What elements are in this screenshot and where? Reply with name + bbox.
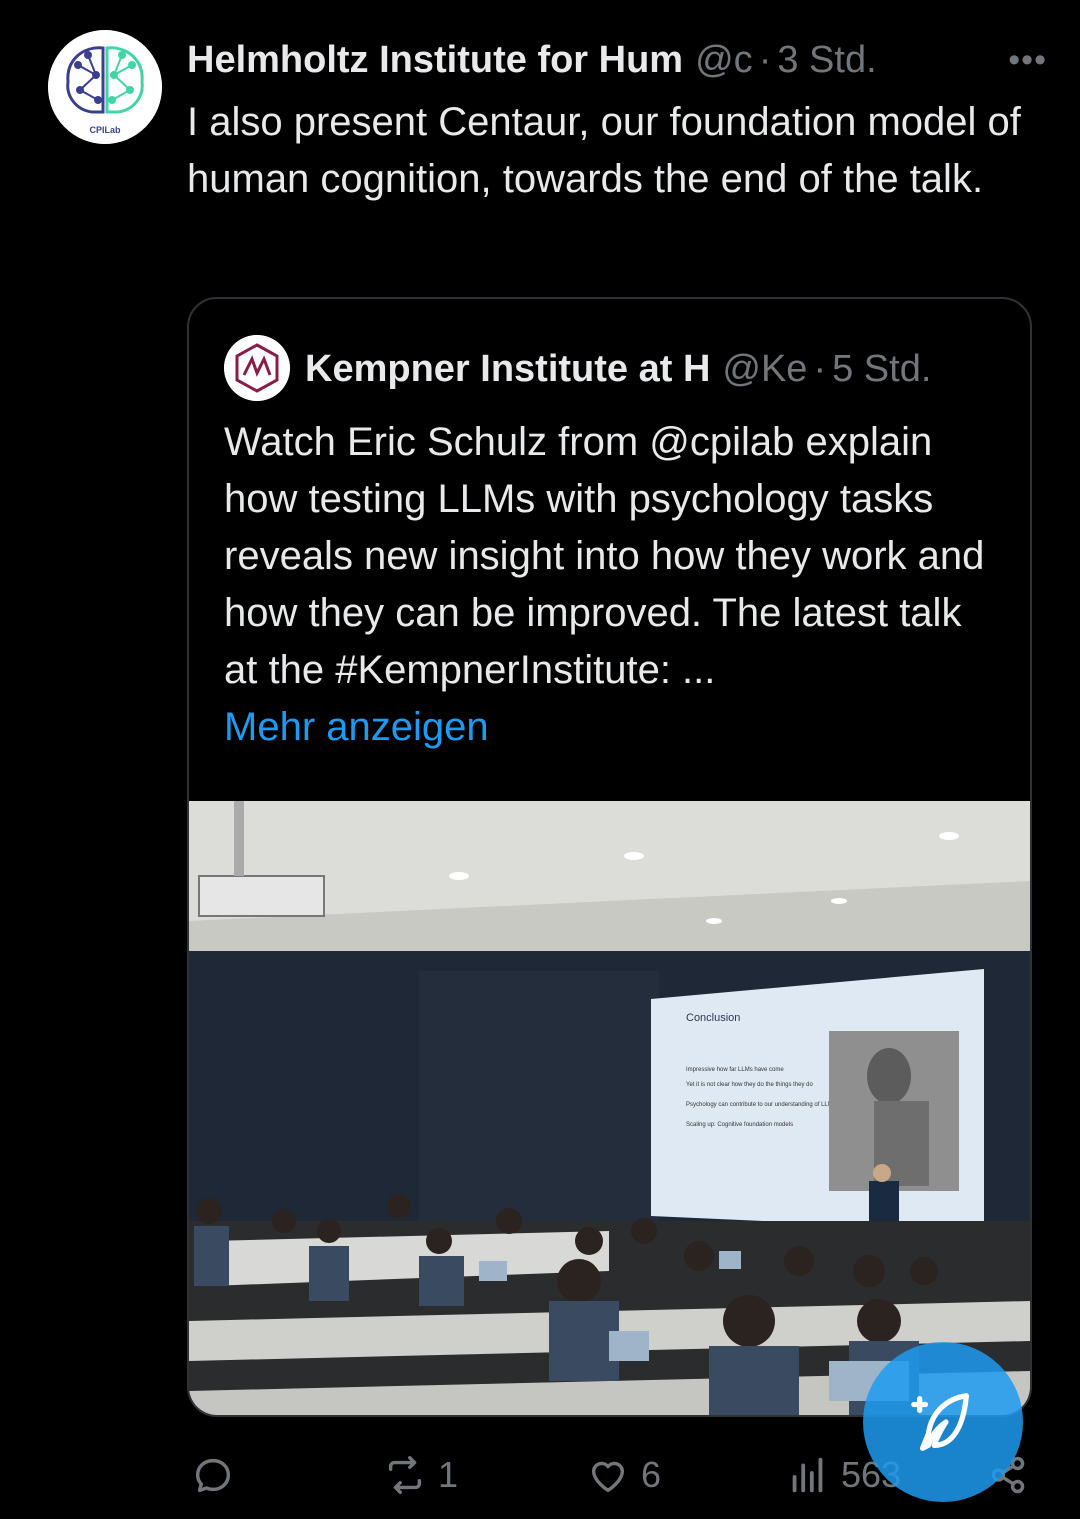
- separator-dot: ·: [758, 39, 772, 81]
- quoted-author-name[interactable]: Kempner Institute at H: [305, 343, 710, 395]
- views-chart-icon: [792, 1457, 823, 1493]
- compose-post-button[interactable]: [863, 1342, 1023, 1502]
- repost-button[interactable]: 1: [382, 1440, 458, 1510]
- author-avatar[interactable]: CPILab: [48, 30, 162, 144]
- reply-button[interactable]: [190, 1440, 246, 1510]
- quoted-media-image[interactable]: Conclusion Impressive how far LLMs have …: [189, 801, 1030, 1415]
- quoted-time[interactable]: 5 Std.: [832, 348, 931, 390]
- quoted-text: Watch Eric Schulz from @cpilab explain h…: [224, 420, 985, 692]
- tweet[interactable]: CPILab Helmholtz Institute for Hum @c · 3 S…: [0, 0, 1080, 1519]
- quoted-header: Kempner Institute at H @Ke · 5 Std.: [305, 343, 1005, 395]
- more-options-icon[interactable]: •••: [1008, 34, 1047, 86]
- slide-title: Conclusion: [686, 1012, 740, 1024]
- repost-count: 1: [438, 1454, 459, 1495]
- quoted-author-handle[interactable]: @Ke: [722, 343, 807, 395]
- quoted-tweet[interactable]: Kempner Institute at H @Ke · 5 Std. Watch E…: [187, 297, 1032, 1417]
- reply-icon: [195, 1458, 231, 1493]
- show-more-link[interactable]: Mehr anzeigen: [224, 699, 489, 756]
- heart-icon: [591, 1461, 625, 1493]
- cpilab-logo: CPILab: [48, 30, 162, 144]
- avatar-label: CPILab: [89, 125, 121, 135]
- kempner-logo: [224, 335, 290, 401]
- tweet-time[interactable]: 3 Std.: [777, 39, 876, 81]
- like-button[interactable]: 6: [585, 1440, 661, 1510]
- quoted-author-avatar[interactable]: [224, 335, 290, 401]
- feather-compose-icon: [911, 1393, 969, 1451]
- lecture-hall-photo: Conclusion Impressive how far LLMs have …: [189, 801, 1030, 1415]
- slide-bullet: Yet it is not clear how they do the thin…: [686, 1082, 814, 1088]
- author-handle[interactable]: @c: [695, 34, 753, 86]
- tweet-header: Helmholtz Institute for Hum @c · 3 Std. •••: [187, 34, 1047, 86]
- tweet-text: I also present Centaur, our foundation m…: [187, 100, 1021, 201]
- slide-bullet: Scaling up: Cognitive foundation models: [686, 1122, 793, 1128]
- slide-bullet: Impressive how far LLMs have come: [686, 1067, 784, 1073]
- repost-icon: [388, 1456, 422, 1494]
- like-count: 6: [641, 1454, 662, 1495]
- slide-bullet: Psychology can contribute to our underst…: [686, 1102, 836, 1108]
- author-name[interactable]: Helmholtz Institute for Hum: [187, 34, 683, 86]
- separator-dot: ·: [813, 348, 827, 390]
